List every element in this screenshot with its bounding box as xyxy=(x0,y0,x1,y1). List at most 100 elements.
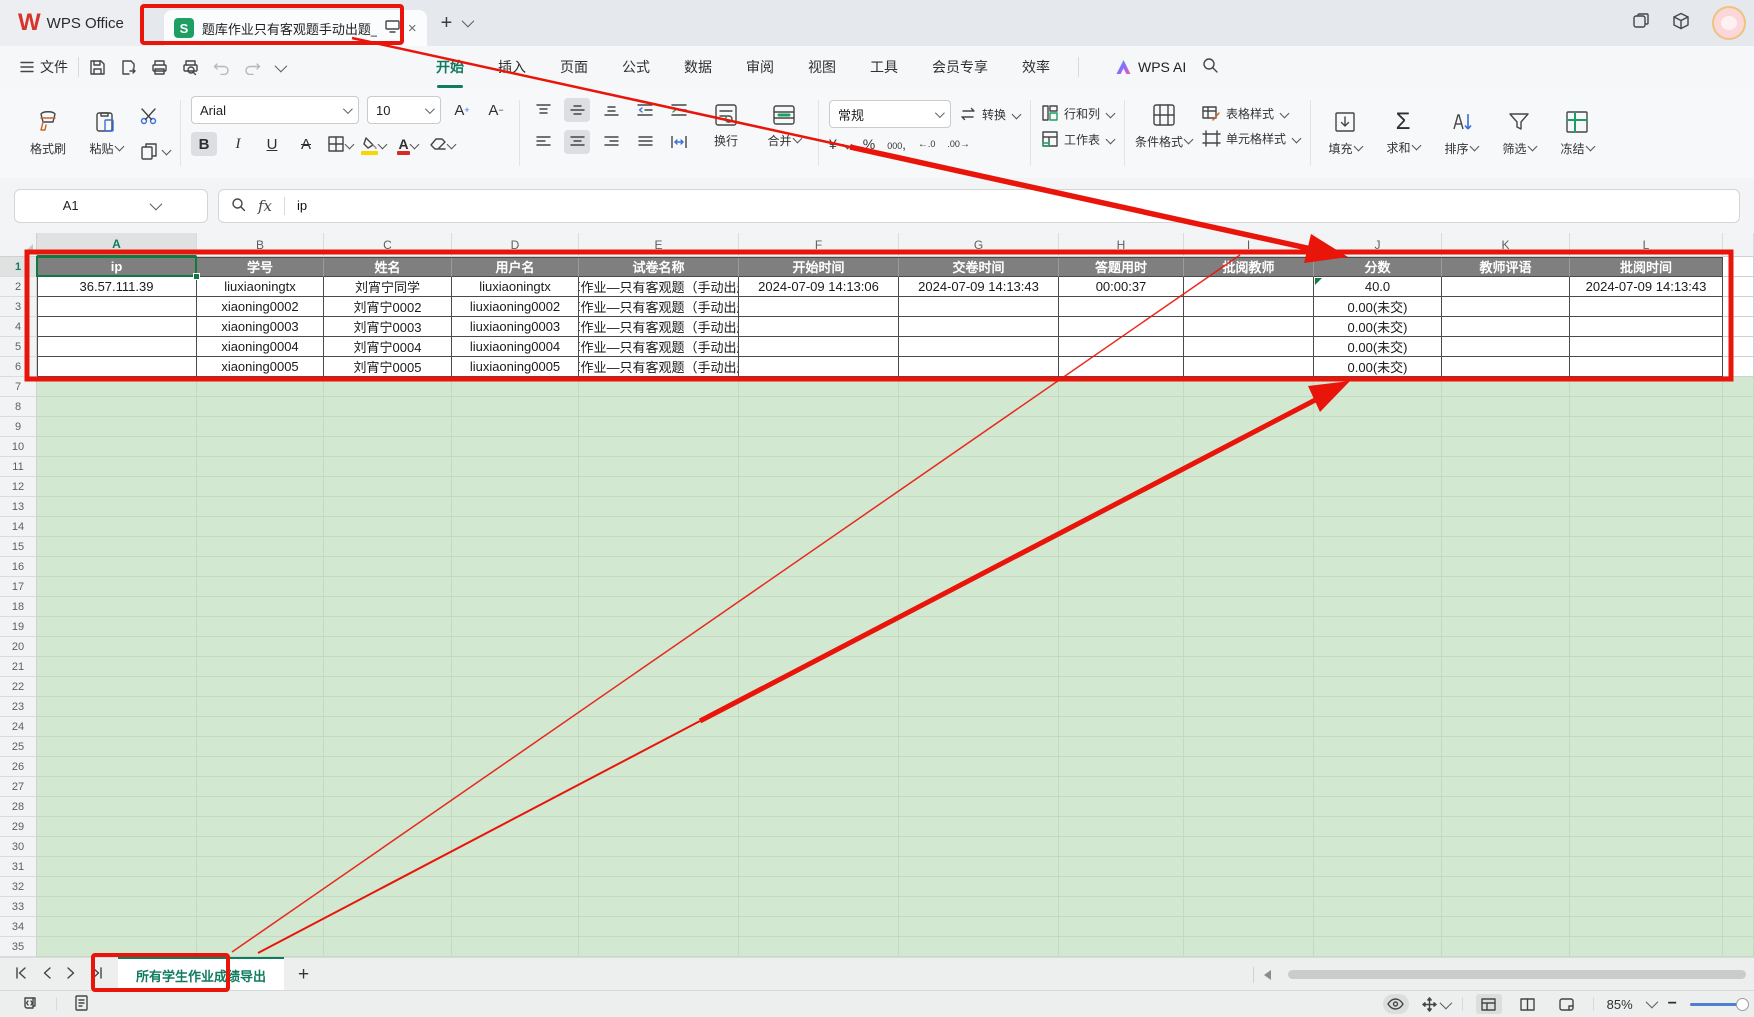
cell-B18[interactable] xyxy=(197,597,324,617)
cell-G7[interactable] xyxy=(899,377,1059,397)
cell-F9[interactable] xyxy=(739,417,899,437)
cell-J28[interactable] xyxy=(1314,797,1442,817)
row-header-5[interactable]: 5 xyxy=(0,337,37,357)
cell-C35[interactable] xyxy=(324,937,452,957)
merge-cells-button[interactable]: 合并 xyxy=(760,88,808,164)
cell-L19[interactable] xyxy=(1570,617,1723,637)
cell-C11[interactable] xyxy=(324,457,452,477)
print-preview-icon[interactable] xyxy=(182,59,199,76)
cell-J3[interactable]: 0.00(未交) xyxy=(1314,297,1442,317)
cell-M26[interactable] xyxy=(1723,757,1754,777)
user-avatar[interactable] xyxy=(1712,6,1746,40)
cell-D20[interactable] xyxy=(452,637,579,657)
cell-F12[interactable] xyxy=(739,477,899,497)
cell-A11[interactable] xyxy=(37,457,197,477)
cell-E25[interactable] xyxy=(579,737,739,757)
align-bottom-button[interactable] xyxy=(598,98,624,122)
cell-K24[interactable] xyxy=(1442,717,1570,737)
cell-B26[interactable] xyxy=(197,757,324,777)
cell-F26[interactable] xyxy=(739,757,899,777)
cut-button[interactable] xyxy=(140,107,170,130)
row-header-12[interactable]: 12 xyxy=(0,477,37,497)
cell-B11[interactable] xyxy=(197,457,324,477)
cell-B35[interactable] xyxy=(197,937,324,957)
cell-C3[interactable]: 刘宵宁0002 xyxy=(324,297,452,317)
column-header-A[interactable]: A xyxy=(37,233,197,257)
cell-H15[interactable] xyxy=(1059,537,1184,557)
row-header-19[interactable]: 19 xyxy=(0,617,37,637)
cell-L1[interactable]: 批阅时间 xyxy=(1570,257,1723,277)
cell-D4[interactable]: liuxiaoning0003 xyxy=(452,317,579,337)
zoom-level[interactable]: 85% xyxy=(1607,997,1633,1012)
cell-J35[interactable] xyxy=(1314,937,1442,957)
cell-J6[interactable]: 0.00(未交) xyxy=(1314,357,1442,377)
cell-D13[interactable] xyxy=(452,497,579,517)
cell-M35[interactable] xyxy=(1723,937,1754,957)
cell-L15[interactable] xyxy=(1570,537,1723,557)
cell-J5[interactable]: 0.00(未交) xyxy=(1314,337,1442,357)
cell-C33[interactable] xyxy=(324,897,452,917)
cell-K25[interactable] xyxy=(1442,737,1570,757)
cell-E19[interactable] xyxy=(579,617,739,637)
first-sheet-icon[interactable] xyxy=(14,966,28,984)
cell-K18[interactable] xyxy=(1442,597,1570,617)
cell-I2[interactable] xyxy=(1184,277,1314,297)
strikethrough-button[interactable]: A xyxy=(293,132,319,156)
cell-I33[interactable] xyxy=(1184,897,1314,917)
cell-E10[interactable] xyxy=(579,437,739,457)
column-header-L[interactable]: L xyxy=(1570,233,1723,257)
cell-L20[interactable] xyxy=(1570,637,1723,657)
cell-B1[interactable]: 学号 xyxy=(197,257,324,277)
cell-F17[interactable] xyxy=(739,577,899,597)
menu-tab-5[interactable]: 审阅 xyxy=(744,53,776,81)
cell-D12[interactable] xyxy=(452,477,579,497)
cell-L3[interactable] xyxy=(1570,297,1723,317)
cell-E6[interactable]: 题库作业—只有客观题（手动出题） xyxy=(579,357,739,377)
cell-D31[interactable] xyxy=(452,857,579,877)
cell-J26[interactable] xyxy=(1314,757,1442,777)
cell-G11[interactable] xyxy=(899,457,1059,477)
cell-E17[interactable] xyxy=(579,577,739,597)
cell-F18[interactable] xyxy=(739,597,899,617)
cell-C6[interactable]: 刘宵宁0005 xyxy=(324,357,452,377)
search-icon[interactable] xyxy=(1202,57,1219,77)
add-sheet-button[interactable]: + xyxy=(298,964,309,986)
cell-I35[interactable] xyxy=(1184,937,1314,957)
menu-tab-6[interactable]: 视图 xyxy=(806,53,838,81)
cell-A1[interactable]: ip xyxy=(37,257,197,277)
cell-I12[interactable] xyxy=(1184,477,1314,497)
cell-E30[interactable] xyxy=(579,837,739,857)
cell-E11[interactable] xyxy=(579,457,739,477)
cell-L14[interactable] xyxy=(1570,517,1723,537)
cell-M27[interactable] xyxy=(1723,777,1754,797)
cell-C20[interactable] xyxy=(324,637,452,657)
cell-H16[interactable] xyxy=(1059,557,1184,577)
cell-A19[interactable] xyxy=(37,617,197,637)
cell-G9[interactable] xyxy=(899,417,1059,437)
cell-J17[interactable] xyxy=(1314,577,1442,597)
cell-G19[interactable] xyxy=(899,617,1059,637)
cell-C14[interactable] xyxy=(324,517,452,537)
cell-L24[interactable] xyxy=(1570,717,1723,737)
cell-G10[interactable] xyxy=(899,437,1059,457)
more-commands-chevron-icon[interactable] xyxy=(275,59,284,75)
cell-J11[interactable] xyxy=(1314,457,1442,477)
cell-D26[interactable] xyxy=(452,757,579,777)
bold-button[interactable]: B xyxy=(191,132,217,156)
cell-I9[interactable] xyxy=(1184,417,1314,437)
cell-E1[interactable]: 试卷名称 xyxy=(579,257,739,277)
cell-G8[interactable] xyxy=(899,397,1059,417)
cell-I16[interactable] xyxy=(1184,557,1314,577)
cell-F22[interactable] xyxy=(739,677,899,697)
cell-H32[interactable] xyxy=(1059,877,1184,897)
row-header-4[interactable]: 4 xyxy=(0,317,37,337)
restore-window-icon[interactable] xyxy=(1632,12,1650,35)
cell-A34[interactable] xyxy=(37,917,197,937)
cell-L17[interactable] xyxy=(1570,577,1723,597)
cell-J16[interactable] xyxy=(1314,557,1442,577)
cell-M14[interactable] xyxy=(1723,517,1754,537)
cell-A31[interactable] xyxy=(37,857,197,877)
cell-K10[interactable] xyxy=(1442,437,1570,457)
cell-C25[interactable] xyxy=(324,737,452,757)
cell-B7[interactable] xyxy=(197,377,324,397)
